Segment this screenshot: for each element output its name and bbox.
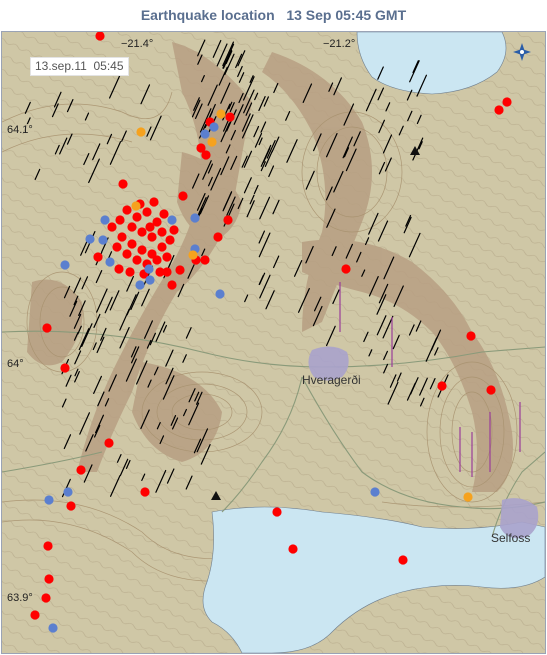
earthquake-marker [131,201,141,211]
earthquake-marker [157,227,167,237]
earthquake-marker [63,487,73,497]
earthquake-marker [196,143,206,153]
earthquake-marker [44,495,54,505]
earthquake-marker [122,249,132,259]
earthquake-marker [159,209,169,219]
earthquake-marker [213,232,223,242]
earthquake-marker [60,363,70,373]
earthquake-marker [272,507,282,517]
page-title: Earthquake location 13 Sep 05:45 GMT [140,7,407,23]
earthquake-marker [437,381,447,391]
earthquake-marker [115,215,125,225]
earthquake-marker [486,385,496,395]
earthquake-marker [147,232,157,242]
longitude-label-21-4: −21.4° [120,38,155,50]
earthquake-marker [100,215,110,225]
earthquake-marker [155,267,165,277]
earthquake-marker [190,213,200,223]
earthquake-marker [188,250,198,260]
earthquake-marker [118,179,128,189]
earthquake-marker [145,275,155,285]
earthquake-marker [66,501,76,511]
earthquake-marker [48,623,58,633]
town-label-selfoss: Selfoss [491,531,531,545]
earthquake-marker [167,215,177,225]
earthquake-marker [167,280,177,290]
latitude-label-63-9: 63.9° [6,592,34,604]
earthquake-marker [136,127,146,137]
earthquake-marker [494,105,504,115]
earthquake-marker [216,109,226,119]
earthquake-marker [42,323,52,333]
earthquake-marker [137,227,147,237]
earthquake-marker [207,137,217,147]
timestamp-label: 13.sep.11 05:45 [30,57,129,76]
earthquake-marker [463,492,473,502]
latitude-label-64-1: 64.1° [6,124,34,136]
map-canvas [2,32,545,653]
earthquake-marker [398,555,408,565]
earthquake-marker [127,239,137,249]
earthquake-marker [157,242,167,252]
earthquake-marker [209,122,219,132]
earthquake-marker [178,191,188,201]
town-label-hveragerdi: Hveragerði [302,373,361,387]
earthquake-marker [149,197,159,207]
earthquake-marker [125,267,135,277]
earthquake-marker [85,234,95,244]
earthquake-marker [93,252,103,262]
earthquake-marker [142,207,152,217]
earthquake-marker [223,215,233,225]
earthquake-marker [144,264,154,274]
earthquake-marker [135,280,145,290]
earthquake-marker [112,242,122,252]
earthquake-marker [169,225,179,235]
latitude-label-64: 64° [6,358,25,370]
earthquake-map[interactable]: 13.sep.11 05:45 −21.4° −21.2° 64.1° 64° … [1,31,546,654]
earthquake-marker [137,245,147,255]
earthquake-marker [162,252,172,262]
earthquake-marker [60,260,70,270]
earthquake-marker [502,97,512,107]
earthquake-marker [107,222,117,232]
earthquake-marker [104,438,114,448]
earthquake-marker [127,222,137,232]
earthquake-marker [132,255,142,265]
earthquake-marker [41,593,51,603]
earthquake-marker [200,255,210,265]
earthquake-marker [98,235,108,245]
earthquake-marker [288,544,298,554]
earthquake-marker [140,487,150,497]
earthquake-marker [44,574,54,584]
earthquake-marker [30,610,40,620]
earthquake-marker [43,541,53,551]
earthquake-marker [165,235,175,245]
earthquake-marker [122,205,132,215]
earthquake-marker [145,222,155,232]
earthquake-marker [152,255,162,265]
earthquake-marker [370,487,380,497]
earthquake-marker [215,289,225,299]
earthquake-marker [341,264,351,274]
earthquake-marker [225,112,235,122]
longitude-label-21-2: −21.2° [322,38,357,50]
earthquake-marker [200,129,210,139]
earthquake-marker [466,331,476,341]
earthquake-marker [76,465,86,475]
earthquake-marker [114,264,124,274]
earthquake-marker [132,212,142,222]
earthquake-marker [117,232,127,242]
earthquake-marker [105,257,115,267]
earthquake-marker [175,265,185,275]
